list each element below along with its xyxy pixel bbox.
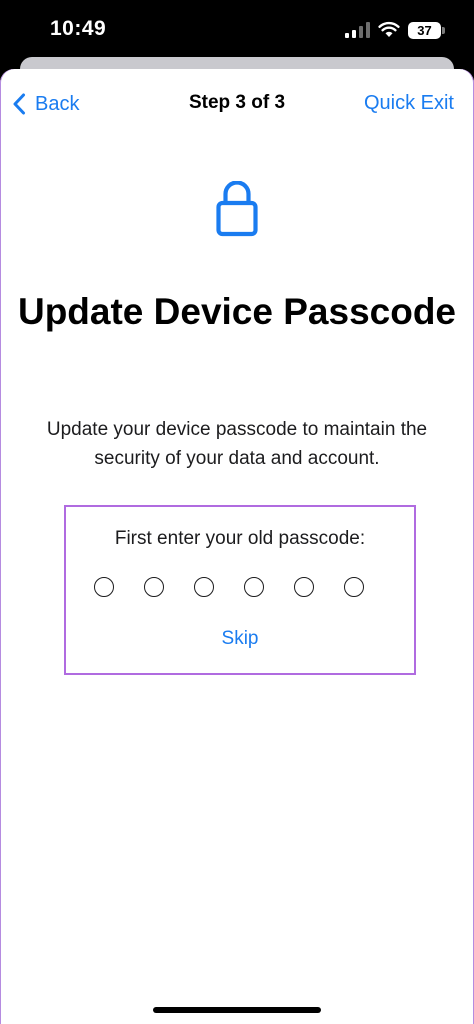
wifi-icon [378, 21, 400, 37]
battery-nub [442, 27, 445, 34]
back-button-label: Back [35, 92, 80, 115]
passcode-dot [344, 577, 364, 597]
lock-icon [216, 181, 258, 237]
page-title: Update Device Passcode [17, 291, 457, 332]
passcode-dot [244, 577, 264, 597]
battery-icon: 37 [408, 22, 441, 39]
step-indicator: Step 3 of 3 [188, 92, 286, 113]
passcode-prompt: First enter your old passcode: [114, 528, 366, 549]
screen: 10:49 37 Back Step 3 of 3 Quick Exit Upd… [0, 0, 474, 1024]
page-description: Update your device passcode to maintain … [46, 419, 428, 469]
passcode-dot [144, 577, 164, 597]
passcode-dot [194, 577, 214, 597]
passcode-entry-box: First enter your old passcode: Skip [64, 505, 416, 675]
signal-icon [345, 22, 370, 38]
skip-button[interactable]: Skip [66, 628, 414, 650]
back-button[interactable]: Back [12, 91, 79, 117]
passcode-dot [94, 577, 114, 597]
passcode-dots[interactable] [94, 577, 364, 601]
passcode-sheet: Back Step 3 of 3 Quick Exit Update Devic… [0, 69, 474, 1024]
quick-exit-button[interactable]: Quick Exit [364, 92, 454, 115]
status-bar: 10:49 37 [0, 0, 474, 58]
home-indicator[interactable] [153, 1007, 321, 1013]
chevron-left-icon [13, 93, 25, 115]
status-time: 10:49 [50, 17, 107, 40]
passcode-dot [294, 577, 314, 597]
